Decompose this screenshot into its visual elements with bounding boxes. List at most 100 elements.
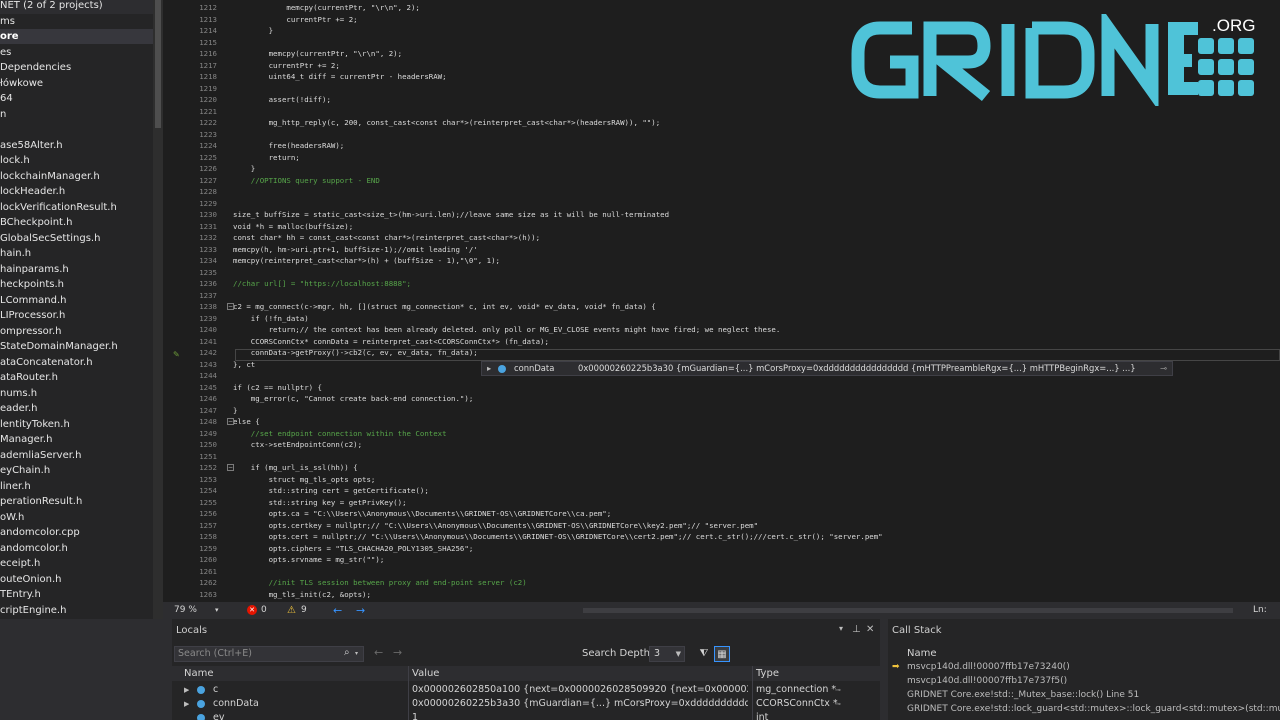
solution-item[interactable]: NET (2 of 2 projects)	[0, 0, 153, 13]
column-type[interactable]: Type	[756, 666, 779, 681]
fold-toggle-icon[interactable]: −	[227, 464, 234, 471]
solution-item[interactable]: StateDomainManager.h	[0, 339, 153, 354]
pin-window-icon[interactable]: ⊥	[852, 624, 861, 635]
code-line[interactable]: //OPTIONS query support - END	[233, 175, 380, 187]
code-line[interactable]: struct mg_tls_opts opts;	[233, 474, 376, 486]
solution-item[interactable]: lockchainManager.h	[0, 169, 153, 184]
code-line[interactable]: else {	[233, 416, 260, 428]
solution-item[interactable]: es	[0, 45, 153, 60]
local-value[interactable]: 0x00000260225b3a30 {mGuardian={...} mCor…	[412, 697, 748, 711]
solution-item[interactable]: lockVerificationResult.h	[0, 200, 153, 215]
solution-item[interactable]: nums.h	[0, 386, 153, 401]
callstack-header[interactable]: Name	[888, 646, 1280, 661]
code-line[interactable]: size_t buffSize = static_cast<size_t>(hm…	[233, 209, 669, 221]
code-line[interactable]: return;	[233, 152, 300, 164]
code-line[interactable]: std::string key = getPrivKey();	[233, 497, 407, 509]
search-dropdown-icon[interactable]: ▾	[355, 650, 358, 657]
code-line[interactable]: }	[233, 163, 255, 175]
window-position-icon[interactable]: ▾	[839, 624, 843, 633]
warning-count[interactable]: 9	[301, 602, 307, 619]
solution-item[interactable]: lentityToken.h	[0, 417, 153, 432]
callstack-title[interactable]: Call Stack	[892, 625, 942, 636]
solution-item[interactable]: Manager.h	[0, 432, 153, 447]
code-line[interactable]: memcpy(reinterpret_cast<char*>(h) + (buf…	[233, 255, 500, 267]
code-line[interactable]: //set endpoint connection within the Con…	[233, 428, 447, 440]
code-line[interactable]: ctx->setEndpointConn(c2);	[233, 439, 362, 451]
solution-item[interactable]: criptEngine.h	[0, 603, 153, 618]
local-value[interactable]: 0x000002602850a100 {next=0x0000026028509…	[412, 683, 748, 697]
solution-item[interactable]: Dependencies	[0, 60, 153, 75]
locals-title[interactable]: Locals	[176, 625, 207, 636]
solution-item[interactable]: ms	[0, 14, 153, 29]
callstack-row[interactable]: GRIDNET Core.exe!std::_Mutex_base::lock(…	[888, 688, 1280, 702]
scrollbar-thumb[interactable]	[155, 0, 161, 128]
callstack-row[interactable]: GRIDNET Core.exe!std::lock_guard<std::mu…	[888, 702, 1280, 716]
locals-row[interactable]: ▶ connData 0x00000260225b3a30 {mGuardian…	[172, 697, 880, 711]
code-line[interactable]: memcpy(currentPtr, "\r\n", 2);	[233, 48, 403, 60]
solution-item[interactable]: TEntry.h	[0, 587, 153, 602]
solution-item[interactable]: łówkowe	[0, 76, 153, 91]
warning-icon[interactable]: ⚠	[287, 602, 296, 619]
search-depth-select[interactable]: 3 ▼	[649, 646, 685, 662]
code-line[interactable]: void *h = malloc(buffSize);	[233, 221, 353, 233]
error-icon[interactable]: ✕	[247, 605, 257, 615]
datatip-value[interactable]: 0x00000260225b3a30 {mGuardian={...} mCor…	[578, 362, 1136, 375]
zoom-level[interactable]: 79 %	[174, 602, 197, 619]
callstack-row[interactable]: msvcp140d.dll!00007ffb17e73240()	[888, 660, 1280, 674]
fold-toggle-icon[interactable]: −	[227, 303, 234, 310]
code-line[interactable]: opts.certkey = nullptr;// "C:\\Users\\An…	[233, 520, 758, 532]
code-line[interactable]: std::string cert = getCertificate();	[233, 485, 429, 497]
solution-item[interactable]: heckpoints.h	[0, 277, 153, 292]
solution-item[interactable]: oW.h	[0, 510, 153, 525]
search-next-icon[interactable]: →	[393, 646, 402, 659]
filter-icon[interactable]: ⧨	[696, 646, 712, 662]
expand-icon[interactable]: ▸	[487, 362, 491, 375]
code-line[interactable]: //init TLS session between proxy and end…	[233, 577, 527, 589]
locals-row[interactable]: ev 1 int	[172, 711, 880, 720]
code-line[interactable]: memcpy(h, hm->uri.ptr+1, buffSize-1);//o…	[233, 244, 478, 256]
locals-search-input[interactable]: Search (Ctrl+E)	[174, 646, 364, 662]
code-line[interactable]: const char* hh = const_cast<const char*>…	[233, 232, 540, 244]
code-line[interactable]: currentPtr += 2;	[233, 60, 340, 72]
solution-item[interactable]: hainparams.h	[0, 262, 153, 277]
horizontal-scrollbar[interactable]	[583, 608, 1233, 613]
code-line[interactable]: if (c2 == nullptr) {	[233, 382, 322, 394]
code-line[interactable]: mg_tls_init(c2, &opts);	[233, 589, 371, 601]
solution-item[interactable]: LCommand.h	[0, 293, 153, 308]
error-count[interactable]: 0	[261, 602, 267, 619]
close-icon[interactable]: ✕	[866, 624, 874, 635]
solution-item[interactable]: ore	[0, 29, 153, 44]
data-tip[interactable]: ▸ connData 0x00000260225b3a30 {mGuardian…	[481, 361, 1173, 376]
code-line[interactable]: }	[233, 25, 273, 37]
local-value[interactable]: 1	[412, 711, 748, 720]
code-line[interactable]: CCORSConnCtx* connData = reinterpret_cas…	[233, 336, 549, 348]
solution-item[interactable]: andomcolor.h	[0, 541, 153, 556]
callstack-row[interactable]: msvcp140d.dll!00007ffb17e737f5()	[888, 674, 1280, 688]
pin-icon[interactable]: ⊸	[1160, 362, 1167, 375]
solution-item[interactable]: ompressor.h	[0, 324, 153, 339]
code-line[interactable]: opts.srvname = mg_str("");	[233, 554, 385, 566]
code-line[interactable]: }, ct	[233, 359, 255, 371]
code-line[interactable]: if (mg_url_is_ssl(hh)) {	[233, 462, 358, 474]
column-name[interactable]: Name	[184, 666, 214, 681]
solution-item[interactable]: perationResult.h	[0, 494, 153, 509]
solution-item[interactable]: hain.h	[0, 246, 153, 261]
code-line[interactable]: connData->getProxy()->cb2(c, ev, ev_data…	[233, 347, 478, 359]
nav-forward-icon[interactable]: →	[356, 602, 365, 619]
solution-item[interactable]: ataRouter.h	[0, 370, 153, 385]
solution-item[interactable]: LIProcessor.h	[0, 308, 153, 323]
solution-item[interactable]: outeOnion.h	[0, 572, 153, 587]
code-line[interactable]: mg_http_reply(c, 200, const_cast<const c…	[233, 117, 661, 129]
solution-item[interactable]: 64	[0, 91, 153, 106]
solution-item[interactable]	[0, 122, 153, 137]
code-line[interactable]: return;// the context has been already d…	[233, 324, 781, 336]
solution-item[interactable]: GlobalSecSettings.h	[0, 231, 153, 246]
code-line[interactable]: uint64_t diff = currentPtr - headersRAW;	[233, 71, 447, 83]
code-line[interactable]: }	[233, 405, 237, 417]
zoom-dropdown-icon[interactable]: ▾	[215, 602, 219, 619]
solution-item[interactable]: liner.h	[0, 479, 153, 494]
nav-back-icon[interactable]: ←	[333, 602, 342, 619]
solution-item[interactable]: ademliaServer.h	[0, 448, 153, 463]
code-line[interactable]: mg_error(c, "Cannot create back-end conn…	[233, 393, 473, 405]
solution-explorer-scrollbar[interactable]	[153, 0, 163, 720]
